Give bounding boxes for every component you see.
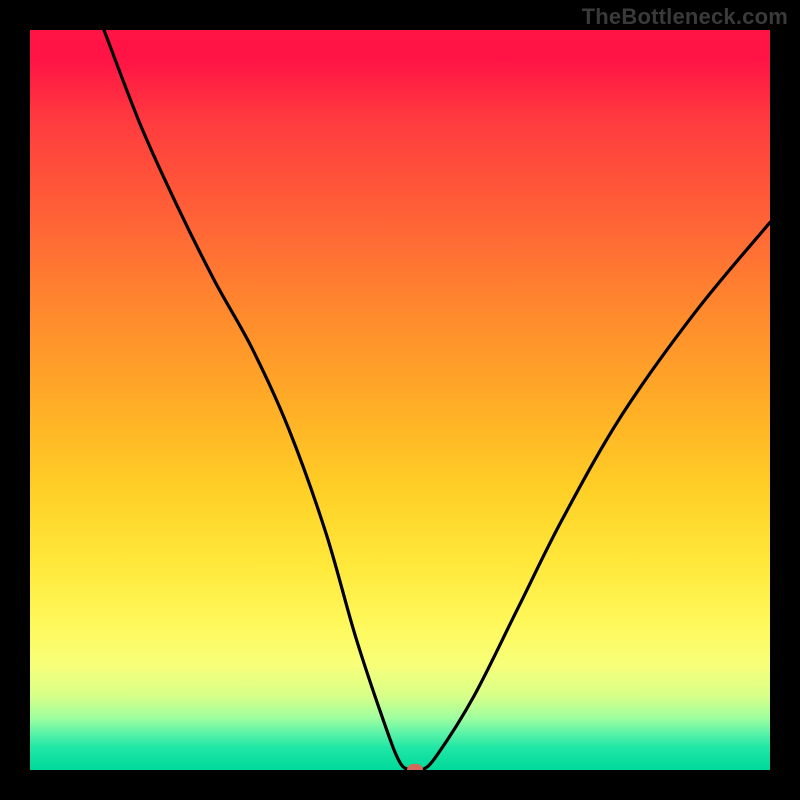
curve-layer	[30, 30, 770, 770]
minimum-marker	[407, 764, 423, 770]
chart-frame: TheBottleneck.com	[0, 0, 800, 800]
bottleneck-curve	[104, 30, 770, 770]
watermark-text: TheBottleneck.com	[582, 4, 788, 30]
plot-area	[30, 30, 770, 770]
